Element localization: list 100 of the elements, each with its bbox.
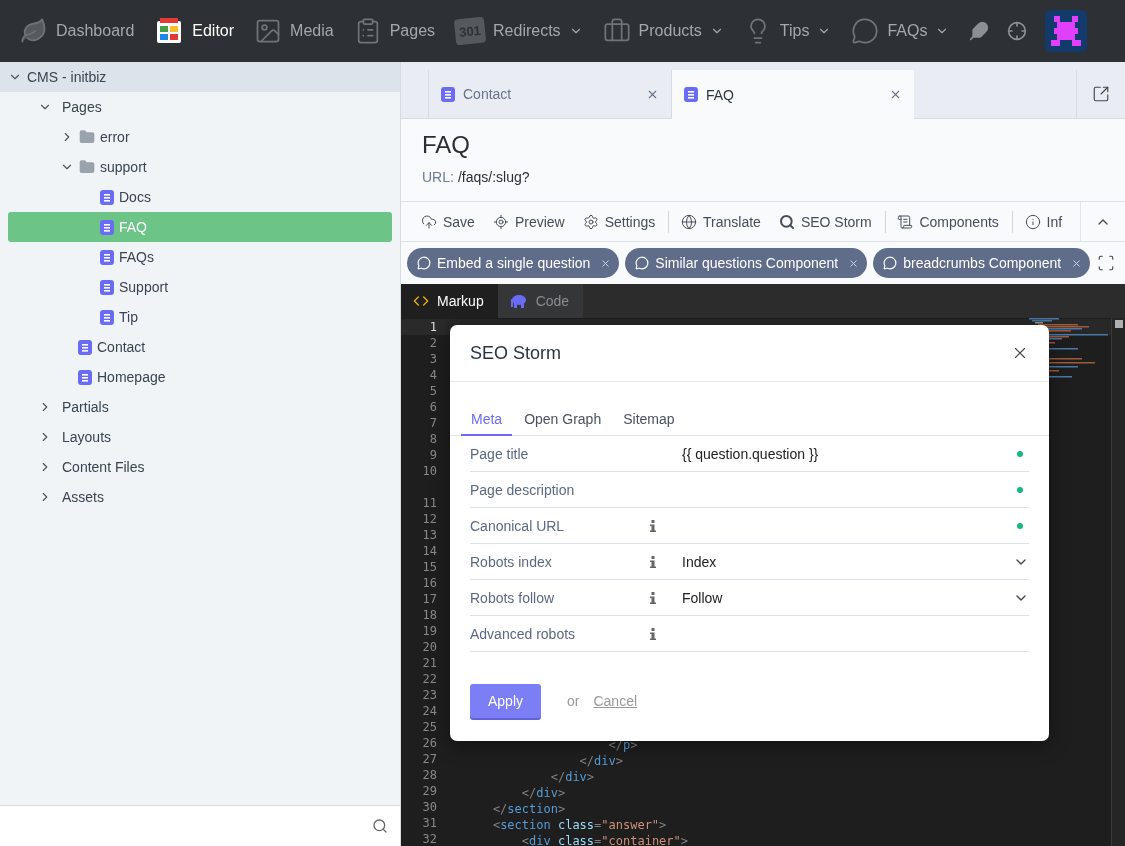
toolbar-button[interactable]: SEO Storm [778, 213, 872, 230]
editor-tab[interactable]: Markup [401, 284, 498, 318]
line-number: 22 [421, 671, 437, 687]
toolbar-button[interactable]: Save [421, 213, 475, 230]
close-icon[interactable] [889, 88, 902, 101]
line-number: 27 [421, 751, 437, 767]
tree-item[interactable]: Assets [8, 482, 392, 512]
nav-item[interactable]: Pages [353, 17, 436, 45]
page-icon [100, 279, 114, 295]
document-tab[interactable]: FAQ [671, 70, 914, 119]
line-number: 18 [421, 607, 437, 623]
code-line: </p> [607, 738, 638, 752]
line-number: 13 [421, 527, 437, 543]
crosshair-icon [492, 213, 509, 230]
tree-item[interactable]: Contact [8, 332, 392, 362]
elephant-icon [509, 294, 528, 308]
feather-icon[interactable] [969, 21, 990, 41]
tree-item[interactable]: error [8, 122, 392, 152]
component-chip[interactable]: Embed a single question [407, 248, 620, 278]
line-number: 16 [421, 575, 437, 591]
code-line: </div> [549, 770, 595, 784]
toolbar-button[interactable]: Components [897, 213, 999, 230]
list-icon [897, 213, 914, 230]
dialog-tab[interactable]: Sitemap [613, 407, 685, 436]
dialog-title: SEO Storm [470, 342, 562, 364]
page-icon [100, 219, 114, 235]
tree-item[interactable]: Tip [8, 302, 392, 332]
code-line: <div class="container"> [520, 834, 689, 846]
tree-item[interactable]: Docs [8, 182, 392, 212]
component-chip[interactable]: breadcrumbs Component [873, 248, 1091, 278]
nav-item[interactable]: Media [254, 17, 334, 45]
code-line: </div> [578, 754, 623, 768]
remove-icon[interactable] [848, 257, 860, 269]
field-label: Page title [470, 445, 530, 462]
avatar-icon[interactable] [1045, 10, 1088, 52]
speech-bubble-icon [851, 17, 880, 45]
line-number: 25 [421, 719, 437, 735]
select-field[interactable]: Follow [682, 589, 1013, 606]
tree-item[interactable]: FAQs [8, 242, 392, 272]
tree-item[interactable]: Layouts [8, 422, 392, 452]
code-line: </section> [491, 802, 566, 816]
remove-icon[interactable] [1071, 257, 1083, 269]
select-field[interactable]: Index [682, 553, 1013, 570]
tree-item[interactable]: Content Files [8, 452, 392, 482]
editor-tab[interactable]: Code [497, 284, 584, 318]
tree-item[interactable]: Homepage [8, 362, 392, 392]
crosshair-icon[interactable] [1007, 21, 1028, 41]
line-number: 10 [421, 463, 437, 479]
status-dot [1017, 450, 1023, 457]
component-chip[interactable]: Similar questions Component [625, 248, 868, 278]
status-dot [1017, 486, 1023, 493]
line-number: 17 [421, 591, 437, 607]
line-number: 5 [428, 383, 437, 399]
line-number: 19 [421, 623, 437, 639]
tree-item[interactable]: Support [8, 272, 392, 302]
page-icon [441, 86, 455, 102]
nav-item[interactable]: Dashboard [20, 17, 135, 45]
line-number: 23 [421, 687, 437, 703]
line-number: 12 [421, 511, 437, 527]
toolbar-button[interactable]: Settings [582, 213, 656, 230]
line-number: 4 [428, 367, 437, 383]
field-label: Advanced robots [470, 625, 577, 642]
line-number: 8 [428, 431, 437, 447]
line-number: 9 [428, 447, 437, 463]
code-icon [413, 293, 429, 309]
toolbar-button[interactable]: Inf [1024, 213, 1063, 230]
nav-item[interactable]: Products [602, 17, 724, 45]
line-number: 14 [421, 543, 437, 559]
status-dot [1017, 522, 1023, 529]
dialog-tab[interactable]: Meta [461, 407, 513, 436]
speech-bubble-icon [883, 256, 898, 270]
toolbar-button[interactable]: Translate [681, 213, 761, 230]
tree-item[interactable]: Pages [8, 92, 392, 122]
tree-item[interactable]: Partials [8, 392, 392, 422]
input-field[interactable]: {{ question.question }} [682, 445, 1017, 462]
code-line: </div> [520, 786, 566, 800]
page-icon [78, 339, 92, 355]
fullscreen-icon[interactable] [1097, 254, 1115, 272]
url-label: URL: [422, 169, 454, 185]
page-title: FAQ [422, 131, 471, 159]
globe-icon [681, 213, 698, 230]
or-text: or [567, 693, 580, 709]
dialog-tab[interactable]: Open Graph [514, 407, 612, 436]
line-number: 2 [428, 335, 437, 351]
line-number: 32 [421, 831, 437, 846]
nav-item[interactable]: FAQs [851, 17, 950, 45]
remove-icon[interactable] [600, 257, 612, 269]
line-number: 26 [421, 735, 437, 751]
line-number: 3 [428, 351, 437, 367]
info-icon [1024, 213, 1041, 230]
tree-item[interactable]: CMS - initbiz [0, 62, 400, 92]
line-number: 21 [421, 655, 437, 671]
line-number: 24 [421, 703, 437, 719]
scrollbar[interactable] [1111, 318, 1125, 846]
tree-item[interactable]: support [8, 152, 392, 182]
nav-item[interactable]: Editor [154, 16, 235, 46]
search-field[interactable] [0, 805, 400, 846]
toolbar-button[interactable]: Preview [492, 213, 565, 230]
nav-item[interactable]: Tips [743, 17, 832, 45]
folder-icon [79, 159, 95, 175]
